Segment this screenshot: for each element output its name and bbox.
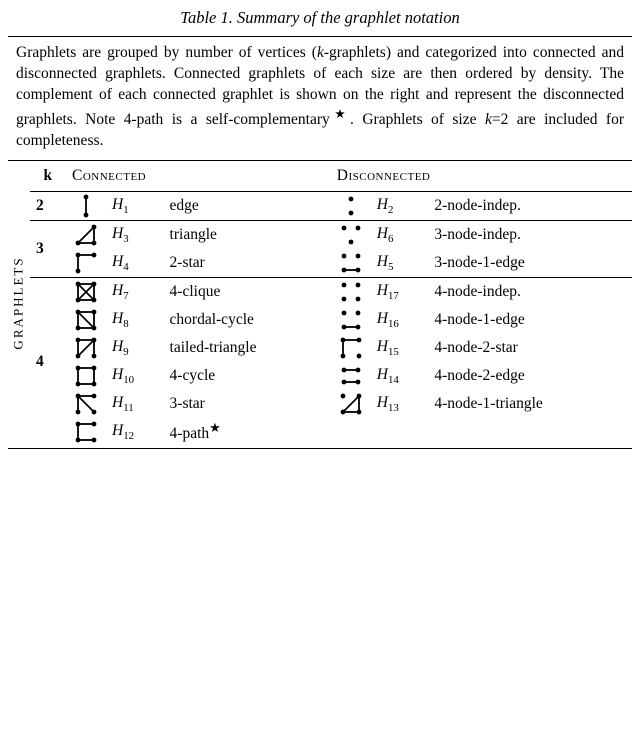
graphlet-symbol xyxy=(371,418,429,446)
graphlet-symbol: H8 xyxy=(106,306,164,334)
k-value: 2 xyxy=(30,192,66,221)
table-row: H8chordal-cycle H164-node-1-edge xyxy=(30,306,632,334)
graphlet-name: 2-node-indep. xyxy=(428,192,632,221)
col-k: k xyxy=(30,161,66,192)
col-disconnected: Disconnected xyxy=(331,161,632,192)
table-row: 4H74-cliqueH174-node-indep. xyxy=(30,278,632,306)
graphlet-symbol: H10 xyxy=(106,362,164,390)
graphlet-symbol: H5 xyxy=(371,249,429,278)
graphlet-symbol: H3 xyxy=(106,221,164,249)
graphlet-icon xyxy=(66,278,106,306)
table-row: H42-star H53-node-1-edge xyxy=(30,249,632,278)
graphlet-icon xyxy=(331,192,371,221)
graphlet-symbol: H9 xyxy=(106,334,164,362)
table-row: H124-path★ xyxy=(30,418,632,446)
graphlet-name: 4-node-1-edge xyxy=(428,306,632,334)
graphlet-symbol: H15 xyxy=(371,334,429,362)
graphlet-name: 4-path★ xyxy=(164,418,331,446)
graphlet-icon xyxy=(66,192,106,221)
graphlet-icon xyxy=(331,221,371,249)
graphlet-icon xyxy=(331,278,371,306)
graphlet-name: 3-star xyxy=(164,390,331,418)
table-caption: Graphlets are grouped by number of verti… xyxy=(8,37,632,160)
graphlet-name: 4-cycle xyxy=(164,362,331,390)
graphlet-name: 4-clique xyxy=(164,278,331,306)
graphlet-table: k Connected Disconnected 2 H1edge H22-node… xyxy=(30,161,632,446)
graphlet-name: tailed-triangle xyxy=(164,334,331,362)
graphlet-symbol: H6 xyxy=(371,221,429,249)
table-row: 3H3triangleH63-node-indep. xyxy=(30,221,632,249)
graphlet-icon xyxy=(331,249,371,278)
graphlet-name: 4-node-1-triangle xyxy=(428,390,632,418)
graphlet-name: 4-node-2-star xyxy=(428,334,632,362)
graphlet-name: 3-node-indep. xyxy=(428,221,632,249)
graphlet-icon xyxy=(66,334,106,362)
graphlet-icon xyxy=(66,390,106,418)
graphlet-icon xyxy=(66,306,106,334)
graphlet-symbol: H7 xyxy=(106,278,164,306)
graphlet-name xyxy=(428,418,632,446)
graphlet-icon xyxy=(331,334,371,362)
graphlet-icon xyxy=(331,306,371,334)
graphlet-name: edge xyxy=(164,192,331,221)
table-row: H113-star H134-node-1-triangle xyxy=(30,390,632,418)
graphlet-symbol: H2 xyxy=(371,192,429,221)
table-row: H9tailed-triangle H154-node-2-star xyxy=(30,334,632,362)
table-row: 2 H1edge H22-node-indep. xyxy=(30,192,632,221)
graphlet-symbol: H11 xyxy=(106,390,164,418)
table-title: Table 1. Summary of the graphlet notatio… xyxy=(8,8,632,34)
graphlet-name: 2-star xyxy=(164,249,331,278)
graphlet-icon xyxy=(331,390,371,418)
graphlet-name: 4-node-indep. xyxy=(428,278,632,306)
graphlet-symbol: H17 xyxy=(371,278,429,306)
graphlet-icon xyxy=(66,418,106,446)
graphlet-name: 3-node-1-edge xyxy=(428,249,632,278)
graphlet-symbol: H13 xyxy=(371,390,429,418)
graphlet-symbol: H4 xyxy=(106,249,164,278)
graphlet-icon xyxy=(66,362,106,390)
graphlet-icon xyxy=(66,221,106,249)
col-connected: Connected xyxy=(66,161,331,192)
graphlet-name: triangle xyxy=(164,221,331,249)
graphlet-icon xyxy=(331,418,371,446)
graphlet-name: 4-node-2-edge xyxy=(428,362,632,390)
graphlet-name: chordal-cycle xyxy=(164,306,331,334)
graphlet-icon xyxy=(66,249,106,278)
table-row: H104-cycle H144-node-2-edge xyxy=(30,362,632,390)
graphlet-symbol: H14 xyxy=(371,362,429,390)
k-value: 4 xyxy=(30,278,66,446)
graphlet-symbol: H12 xyxy=(106,418,164,446)
graphlet-symbol: H16 xyxy=(371,306,429,334)
side-label: GRAPHLETS xyxy=(8,161,30,446)
k-value: 3 xyxy=(30,221,66,278)
graphlet-icon xyxy=(331,362,371,390)
graphlet-symbol: H1 xyxy=(106,192,164,221)
